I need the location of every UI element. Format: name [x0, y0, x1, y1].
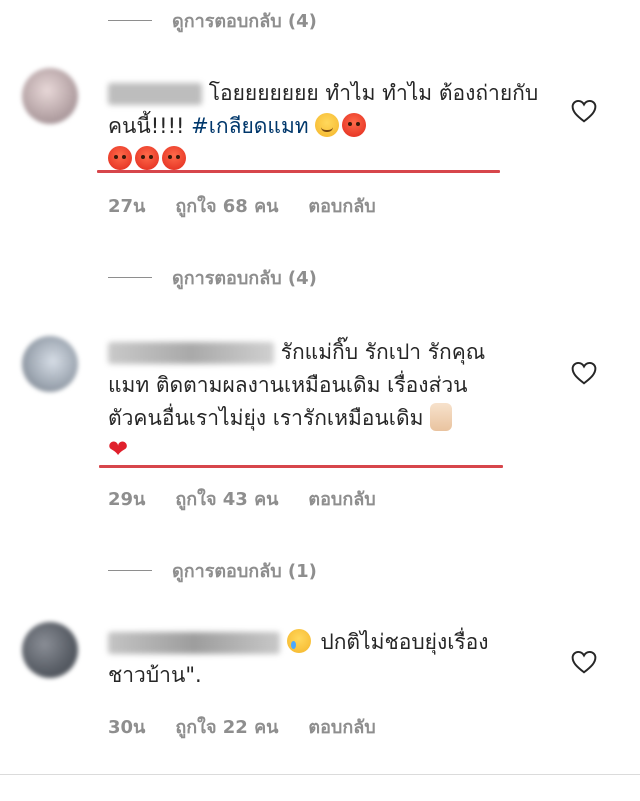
- angry-icon: [162, 146, 186, 170]
- comment-text-line3: ตัวคนอื่นเราไม่ยุ่ง เรารักเหมือนเดิม: [108, 406, 424, 430]
- victory-hand-icon: [430, 403, 453, 431]
- comment-body: รักแม่กิ๊บ รักเปา รักคุณ แมท ติดตามผลงาน…: [108, 336, 548, 468]
- view-replies-label: ดูการตอบกลับ (1): [172, 561, 317, 582]
- username-blurred[interactable]: [108, 342, 274, 364]
- hashtag-link[interactable]: #เกลียดแมท: [191, 114, 309, 138]
- bottom-divider: [0, 774, 640, 775]
- reply-button[interactable]: ตอบกลับ: [308, 712, 375, 741]
- comment-text-line1: ปกติไม่ชอบยุ่งเรื่อง: [320, 630, 489, 654]
- comment-body: ปกติไม่ชอบยุ่งเรื่อง ชาวบ้าน".: [108, 626, 548, 692]
- divider-line: [108, 277, 152, 278]
- view-replies-link[interactable]: ดูการตอบกลับ (4): [108, 263, 317, 292]
- comment-time: 27น: [108, 196, 146, 217]
- crying-face-icon: [286, 629, 311, 653]
- reply-button[interactable]: ตอบกลับ: [308, 484, 375, 513]
- view-replies-link[interactable]: ดูการตอบกลับ (1): [108, 556, 317, 585]
- comment-meta: 30น ถูกใจ 22 คน ตอบกลับ: [108, 712, 376, 741]
- view-replies-label: ดูการตอบกลับ (4): [172, 11, 317, 32]
- username-blurred[interactable]: [108, 632, 280, 654]
- comment-time: 30น: [108, 717, 146, 738]
- like-heart-icon[interactable]: [571, 99, 597, 123]
- red-heart-icon: [108, 434, 132, 464]
- comment-text-line2: ชาวบ้าน".: [108, 663, 202, 687]
- view-replies-label: ดูการตอบกลับ (4): [172, 268, 317, 289]
- likes-count[interactable]: ถูกใจ 22 คน: [175, 712, 278, 741]
- likes-count[interactable]: ถูกใจ 43 คน: [175, 484, 278, 513]
- avatar[interactable]: [22, 68, 78, 124]
- comment-body: โอยยยยยยย ทำไม ทำไม ต้องถ่ายกับคนนี้!!!!…: [108, 77, 548, 176]
- highlight-underline: [99, 465, 503, 468]
- comment-text-line1: รักแม่กิ๊บ รักเปา รักคุณ: [280, 340, 486, 364]
- avatar[interactable]: [22, 622, 78, 678]
- divider-line: [108, 20, 152, 21]
- username-blurred[interactable]: [108, 83, 202, 105]
- divider-line: [108, 570, 152, 571]
- angry-icon: [342, 113, 367, 137]
- view-replies-link[interactable]: ดูการตอบกลับ (4): [108, 6, 317, 35]
- avatar[interactable]: [22, 336, 78, 392]
- smirk-icon: [315, 113, 340, 137]
- like-heart-icon[interactable]: [571, 650, 597, 674]
- comment-time: 29น: [108, 489, 146, 510]
- angry-icon: [135, 146, 159, 170]
- comment-meta: 29น ถูกใจ 43 คน ตอบกลับ: [108, 484, 376, 513]
- likes-count[interactable]: ถูกใจ 68 คน: [175, 191, 278, 220]
- highlight-underline: [97, 170, 500, 173]
- like-heart-icon[interactable]: [571, 361, 597, 385]
- comment-text-line2: แมท ติดตามผลงานเหมือนเดิม เรื่องส่วน: [108, 373, 468, 397]
- comment-meta: 27น ถูกใจ 68 คน ตอบกลับ: [108, 191, 376, 220]
- angry-icon: [108, 146, 132, 170]
- reply-button[interactable]: ตอบกลับ: [308, 191, 375, 220]
